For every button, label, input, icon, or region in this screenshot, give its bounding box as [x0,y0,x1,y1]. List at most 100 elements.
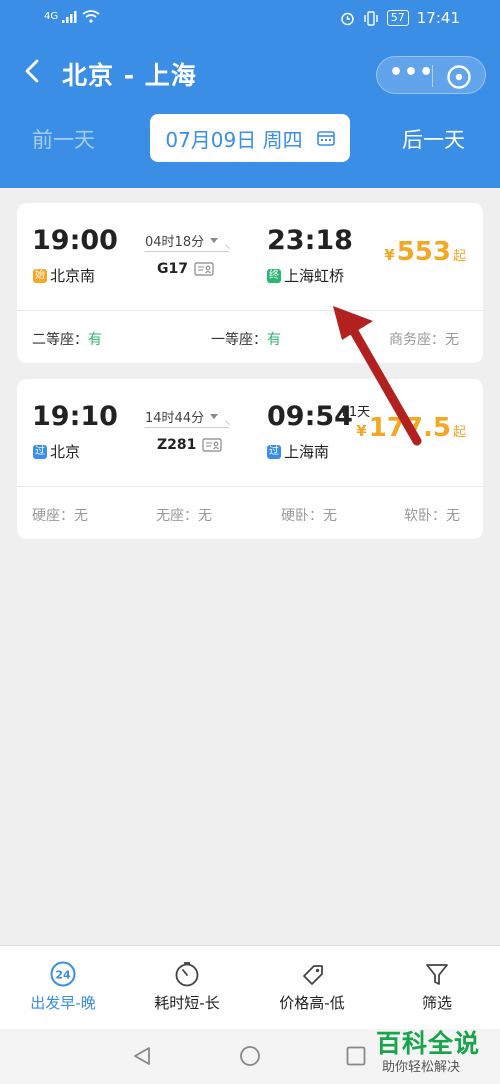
departure-station-name: 北京南 [50,267,96,285]
seat-label: 软卧： [404,508,446,524]
chevron-down-icon [210,414,219,419]
duration[interactable]: 14时44分 [145,407,219,426]
signal-wifi-group: 4G [44,10,100,23]
wifi-icon [82,10,100,23]
chevron-down-icon [210,238,219,243]
next-day-button[interactable]: 后一天 [402,124,465,154]
train-card[interactable]: 19:10 过 北京 14时44分 Z281 09:54 +1天 过 上海南 ¥… [17,379,483,539]
sort-price-tab[interactable]: 价格高-低 [257,960,367,1013]
price-value: 177.5 [368,413,451,443]
tab-label: 价格高-低 [279,994,345,1012]
arrival-station: 终 上海虹桥 [267,265,344,286]
sort-duration-tab[interactable]: 耗时短-长 [132,960,242,1013]
nav-home-icon[interactable] [239,1045,261,1067]
vibrate-icon [364,10,378,26]
seat-value: 无 [446,508,460,524]
departure-station-name: 北京 [50,443,81,461]
price-tag-icon [303,965,323,985]
seat-value: 有 [267,332,281,348]
date-picker[interactable]: 07月09日 周四 [150,114,350,162]
calendar-icon [316,131,335,146]
price: ¥ 553 起 [384,237,466,267]
seat-value: 无 [74,508,88,524]
route-line [145,427,229,428]
filter-tab[interactable]: 筛选 [382,960,492,1013]
nav-recents-icon[interactable] [345,1045,367,1067]
duration-text: 14时44分 [145,411,205,426]
price: ¥ 177.5 起 [356,413,466,443]
close-miniapp-icon[interactable] [446,64,472,90]
clock-24-icon: 24 [50,961,76,987]
seat-value: 无 [323,508,337,524]
terminal-tag: 终 [267,268,281,283]
id-card-icon [202,438,222,452]
seat-label: 硬卧： [281,508,323,524]
currency-symbol: ¥ [384,246,395,264]
prev-day-button[interactable]: 前一天 [32,124,95,154]
departure-station: 过 北京 [33,441,80,462]
price-value: 553 [396,237,451,267]
filter-icon [426,964,448,985]
seat-availability: 硬座：无 无座：无 硬卧：无 软卧：无 [17,487,483,539]
currency-symbol: ¥ [356,422,367,440]
alarm-icon [341,12,354,25]
train-card[interactable]: 19:00 始 北京南 04时18分 G17 23:18 终 上海虹桥 ¥ 55… [17,203,483,363]
seat-standing: 无座：无 [156,505,212,525]
seat-label: 一等座： [211,332,267,348]
seat-business-class: 商务座：无 [389,329,459,349]
network-type: 4G [44,11,59,22]
origin-tag: 始 [33,268,47,283]
duration-text: 04时18分 [145,235,205,250]
date-label: 07月09日 周四 [165,127,303,152]
seat-hard-sleeper: 硬卧：无 [281,505,337,525]
departure-time: 19:00 [32,225,118,256]
seat-soft-sleeper: 软卧：无 [404,505,460,525]
arrival-time: 23:18 [267,225,353,256]
stopwatch-icon [175,962,199,987]
seat-value: 无 [198,508,212,524]
header: 北京 - 上海 ••• 前一天 07月09日 周四 后一天 [0,38,500,188]
seat-label: 硬座： [32,508,74,524]
page-title: 北京 - 上海 [62,61,197,90]
price-suffix: 起 [452,425,466,440]
arrival-station-name: 上海南 [284,443,330,461]
passing-tag: 过 [33,444,47,459]
departure-time: 19:10 [32,401,118,432]
arrival-station: 过 上海南 [267,441,329,462]
arrival-station-name: 上海虹桥 [284,267,345,285]
sort-filter-bar: 24 出发早-晚 耗时短-长 价格高-低 筛选 [0,945,500,1029]
watermark-logo: 百科全说 助你轻松解决 [376,1024,486,1080]
status-right: 57 17:41 [340,9,460,27]
route-line [145,251,229,252]
tab-label: 耗时短-长 [154,994,220,1012]
seat-availability: 二等座：有 一等座：有 商务座：无 [17,311,483,363]
seat-label: 商务座： [389,332,445,348]
watermark-title: 百科全说 [376,1029,481,1058]
seat-label: 无座： [156,508,198,524]
train-number-text: Z281 [157,437,197,453]
miniapp-capsule: ••• [376,56,486,94]
train-number-text: G17 [157,261,188,277]
tab-label: 出发早-晚 [30,994,96,1012]
train-number: Z281 [157,437,222,453]
duration[interactable]: 04时18分 [145,231,219,250]
seat-second-class: 二等座：有 [32,329,102,349]
train-number: G17 [157,261,214,277]
seat-value: 无 [445,332,459,348]
nav-back-icon[interactable] [131,1045,153,1067]
seat-first-class: 一等座：有 [211,329,281,349]
departure-station: 始 北京南 [33,265,95,286]
more-menu-icon[interactable]: ••• [389,61,433,89]
seat-value: 有 [88,332,102,348]
svg-text:24: 24 [55,969,71,982]
capsule-divider [432,65,433,87]
passing-tag: 过 [267,444,281,459]
seat-hard-seat: 硬座：无 [32,505,88,525]
back-arrow-icon[interactable] [20,58,46,84]
tab-label: 筛选 [421,994,452,1012]
sort-departure-time-tab[interactable]: 24 出发早-晚 [8,960,118,1013]
watermark-subtitle: 助你轻松解决 [382,1060,461,1075]
price-suffix: 起 [452,249,466,264]
battery-indicator: 57 [386,10,409,26]
signal-icon [62,10,77,23]
